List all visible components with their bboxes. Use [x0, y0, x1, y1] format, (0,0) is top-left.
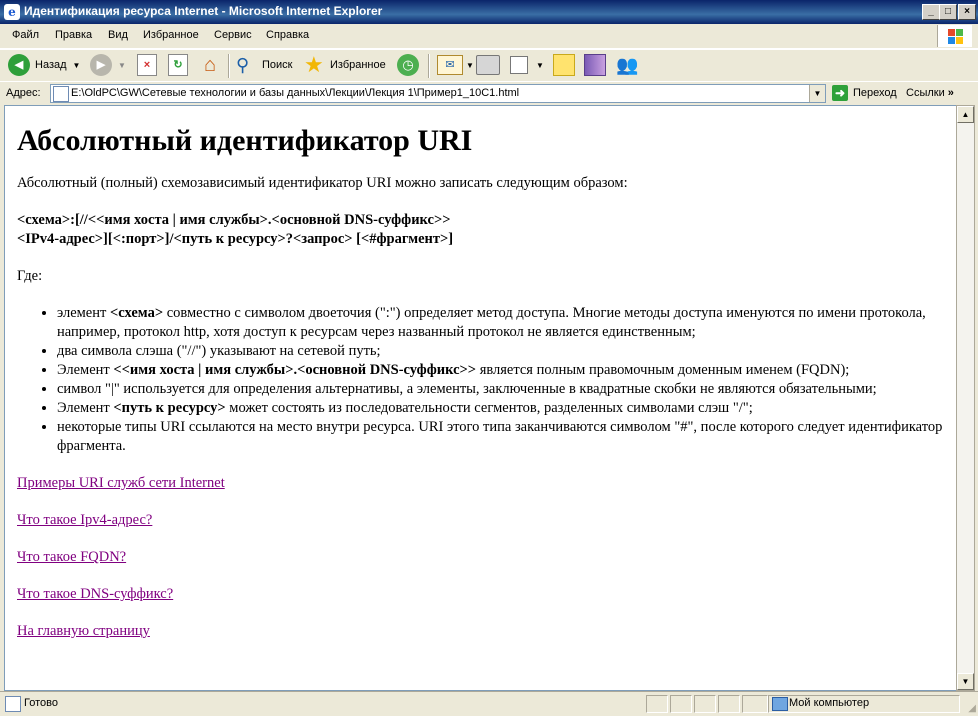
forward-button[interactable]: ▶ ▼	[90, 53, 126, 77]
back-button[interactable]: ◀ Назад ▼	[8, 53, 80, 77]
back-label: Назад	[35, 59, 67, 71]
menu-favorites[interactable]: Избранное	[143, 29, 199, 41]
forward-arrow-icon: ▶	[90, 54, 112, 76]
status-cell	[718, 695, 740, 713]
address-label: Адрес:	[6, 87, 41, 99]
link-uri-examples[interactable]: Примеры URI служб сети Internet	[17, 475, 225, 491]
link-home[interactable]: На главную страницу	[17, 623, 150, 639]
history-icon: ◷	[397, 54, 419, 76]
page-viewport: Абсолютный идентификатор URI Абсолютный …	[4, 105, 958, 691]
list-item: символ "|" используется для определения …	[57, 380, 945, 399]
links-label: Ссылки	[906, 87, 945, 99]
title-bar: e Идентификация ресурса Internet - Micro…	[0, 0, 978, 24]
address-input[interactable]: E:\OldPC\GW\Сетевые технологии и базы да…	[50, 84, 826, 103]
edit-page-icon	[510, 56, 528, 74]
star-icon: ★	[304, 52, 324, 77]
page-icon	[53, 86, 69, 102]
maximize-button[interactable]: □	[939, 4, 957, 20]
menu-edit[interactable]: Правка	[55, 29, 92, 41]
stop-icon: ×	[137, 54, 157, 76]
home-button[interactable]: ⌂	[199, 53, 221, 77]
status-cell	[694, 695, 716, 713]
search-icon: ⚲	[236, 55, 250, 75]
link-dns-suffix[interactable]: Что такое DNS-суффикс?	[17, 586, 173, 602]
list-item: Элемент <<имя хоста | имя службы>.<основ…	[57, 361, 945, 380]
definition-list: элемент <схема> совместно с символом дво…	[17, 304, 945, 456]
address-bar: Адрес: E:\OldPC\GW\Сетевые технологии и …	[0, 81, 978, 105]
window-title: Идентификация ресурса Internet - Microso…	[24, 4, 383, 18]
refresh-icon: ↻	[168, 54, 188, 76]
menu-tools[interactable]: Сервис	[214, 29, 252, 41]
print-button[interactable]	[476, 53, 500, 77]
status-cell	[742, 695, 768, 713]
links-button[interactable]: Ссылки »	[906, 87, 954, 99]
list-item: два символа слэша ("//") указывают на се…	[57, 342, 945, 361]
zone-label: Мой компьютер	[789, 697, 870, 709]
mail-dropdown-icon[interactable]: ▼	[466, 61, 474, 70]
scroll-up-icon[interactable]: ▲	[957, 106, 974, 123]
address-dropdown-icon[interactable]: ▼	[809, 85, 825, 102]
note-icon	[553, 54, 575, 76]
address-url[interactable]: E:\OldPC\GW\Сетевые технологии и базы да…	[71, 87, 519, 99]
resize-grip-icon[interactable]: ◢	[968, 703, 976, 714]
security-zone: Мой компьютер	[768, 695, 960, 713]
menu-view[interactable]: Вид	[108, 29, 128, 41]
vertical-scrollbar[interactable]: ▲ ▼	[956, 105, 975, 691]
close-button[interactable]: ×	[958, 4, 976, 20]
back-arrow-icon: ◀	[8, 54, 30, 76]
edit-button[interactable]: ▼	[510, 53, 544, 77]
where-label: Где:	[17, 268, 43, 284]
go-arrow-icon: ➜	[832, 85, 848, 101]
intro-text: Абсолютный (полный) схемозависимый идент…	[17, 175, 628, 191]
list-item: Элемент <путь к ресурсу> может состоять …	[57, 399, 945, 418]
minimize-button[interactable]: _	[922, 4, 940, 20]
edit-dropdown-icon[interactable]: ▼	[536, 61, 544, 70]
research-icon	[584, 54, 606, 76]
messenger-button[interactable]: 👥	[616, 53, 638, 77]
back-dropdown-icon[interactable]: ▼	[73, 61, 81, 70]
mail-button[interactable]: ✉ ▼	[437, 53, 474, 77]
link-fqdn[interactable]: Что такое FQDN?	[17, 549, 126, 565]
page-content: Абсолютный идентификатор URI Абсолютный …	[17, 106, 945, 659]
search-button[interactable]: ⚲ Поиск	[236, 53, 292, 77]
ie-icon[interactable]: e	[4, 4, 20, 20]
link-ipv4[interactable]: Что такое Ipv4-адрес?	[17, 512, 152, 528]
status-cell	[646, 695, 668, 713]
page-status-icon	[5, 696, 21, 712]
printer-icon	[476, 55, 500, 75]
list-item: некоторые типы URI ссылаются на место вн…	[57, 418, 945, 456]
go-button[interactable]: ➜ Переход	[832, 85, 897, 101]
computer-icon	[772, 697, 788, 711]
windows-logo-icon	[937, 25, 972, 47]
messenger-icon: 👥	[616, 55, 639, 75]
discuss-button[interactable]	[553, 53, 575, 77]
status-cell	[670, 695, 692, 713]
favorites-label: Избранное	[330, 59, 386, 71]
search-label: Поиск	[262, 59, 293, 71]
menu-help[interactable]: Справка	[266, 29, 309, 41]
research-button[interactable]	[584, 53, 606, 77]
scroll-down-icon[interactable]: ▼	[957, 673, 974, 690]
uri-syntax: <схема>:[//<<имя хоста | имя службы>.<ос…	[17, 211, 945, 249]
forward-dropdown-icon[interactable]: ▼	[118, 61, 126, 70]
home-icon: ⌂	[203, 54, 217, 76]
status-text: Готово	[24, 697, 58, 709]
uri-syntax-line-2: <IPv4-адрес>][<:порт>]/<путь к ресурсу>?…	[17, 231, 454, 247]
standard-toolbar: ◀ Назад ▼ ▶ ▼ × ↻ ⌂ ⚲ Поиск ★ Избранное …	[0, 49, 978, 83]
menu-file[interactable]: Файл	[12, 29, 39, 41]
history-button[interactable]: ◷	[397, 53, 419, 77]
go-label: Переход	[853, 87, 897, 99]
menu-bar: Файл Правка Вид Избранное Сервис Справка	[0, 24, 978, 49]
refresh-button[interactable]: ↻	[168, 53, 188, 77]
mail-icon: ✉	[437, 55, 463, 75]
stop-button[interactable]: ×	[137, 53, 157, 77]
page-heading: Абсолютный идентификатор URI	[17, 124, 473, 157]
list-item: элемент <схема> совместно с символом дво…	[57, 304, 945, 342]
status-bar: Готово Мой компьютер ◢	[0, 691, 978, 716]
favorites-button[interactable]: ★ Избранное	[304, 53, 386, 77]
uri-syntax-line-1: <схема>:[//<<имя хоста | имя службы>.<ос…	[17, 212, 451, 228]
